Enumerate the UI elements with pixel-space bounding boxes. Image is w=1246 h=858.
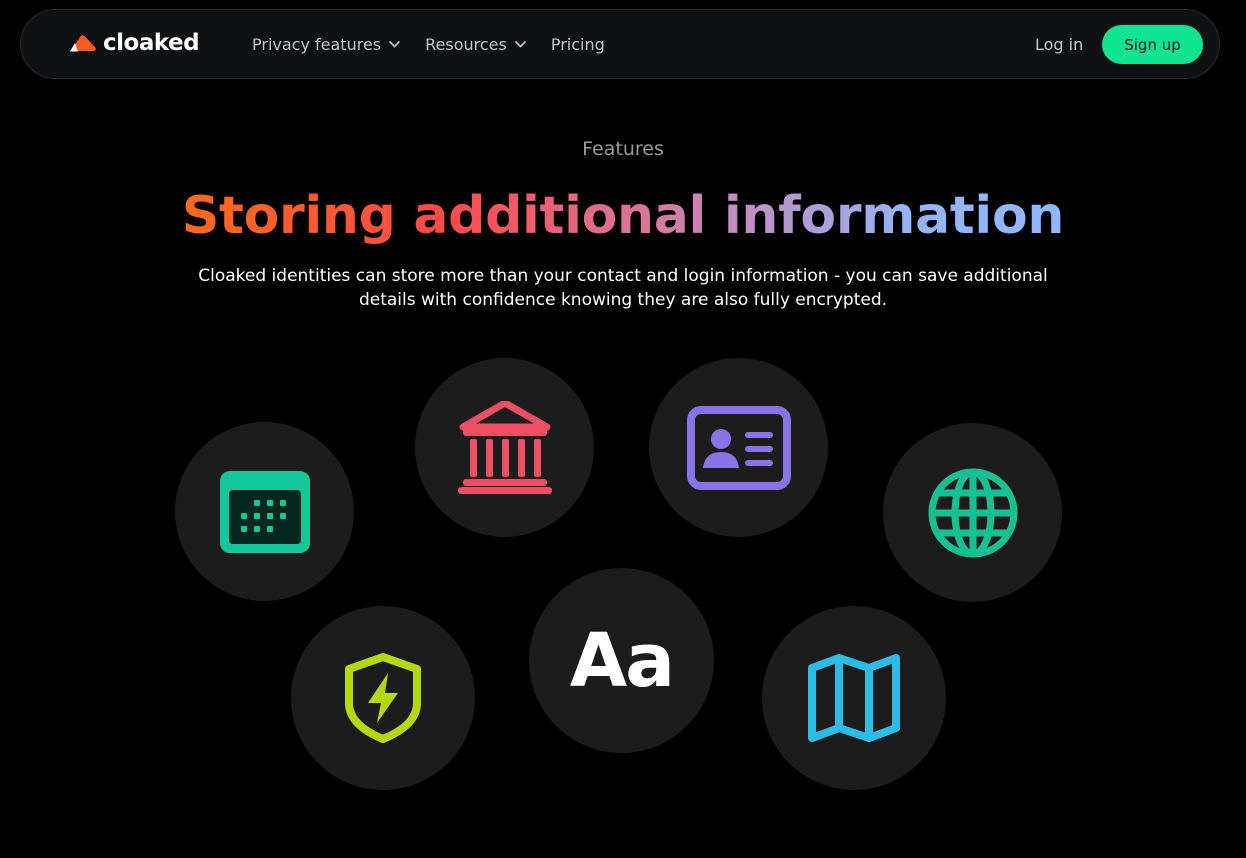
id-card-icon [686, 405, 791, 490]
logo-text: cloaked [103, 30, 200, 56]
chevron-down-icon [515, 40, 526, 47]
globe-feature [883, 423, 1062, 602]
section-eyebrow: Features [582, 138, 664, 160]
font-icon: Aa [569, 617, 675, 704]
chevron-down-icon [389, 40, 400, 47]
nav-privacy-features-label: Privacy features [252, 34, 382, 54]
page-title: Storing additional information [0, 184, 1246, 248]
signup-button[interactable]: Sign up [1102, 25, 1203, 64]
nav-resources-label: Resources [425, 34, 507, 54]
map-feature [762, 606, 946, 790]
shield-bolt-icon [345, 653, 421, 743]
globe-icon [928, 468, 1017, 557]
page-title-text: Storing additional information [181, 186, 1065, 246]
nav-privacy-features[interactable]: Privacy features [252, 35, 400, 54]
font-feature: Aa [529, 568, 714, 753]
bank-feature [415, 358, 594, 537]
nav-resources[interactable]: Resources [425, 35, 526, 54]
subtitle-line-2: details with confidence knowing they are… [358, 290, 888, 310]
subtitle-line-1: Cloaked identities can store more than y… [198, 266, 1048, 286]
calendar-icon [219, 470, 310, 553]
bank-icon [457, 400, 552, 494]
login-link[interactable]: Log in [1035, 10, 1083, 78]
id-card-feature [649, 358, 828, 537]
navbar: cloaked Privacy features Resources Prici… [20, 9, 1220, 79]
nav-pricing[interactable]: Pricing [551, 35, 605, 54]
nav-links: Privacy features Resources Pricing [252, 10, 630, 78]
shield-feature [291, 606, 475, 790]
page-subtitle: Cloaked identities can store more than y… [150, 264, 1096, 312]
nav-pricing-label: Pricing [550, 34, 605, 54]
calendar-feature [175, 422, 354, 601]
page: cloaked Privacy features Resources Prici… [0, 0, 1246, 858]
logo[interactable]: cloaked [69, 28, 200, 58]
cloaked-logo-icon [70, 35, 96, 52]
map-icon [808, 654, 900, 742]
